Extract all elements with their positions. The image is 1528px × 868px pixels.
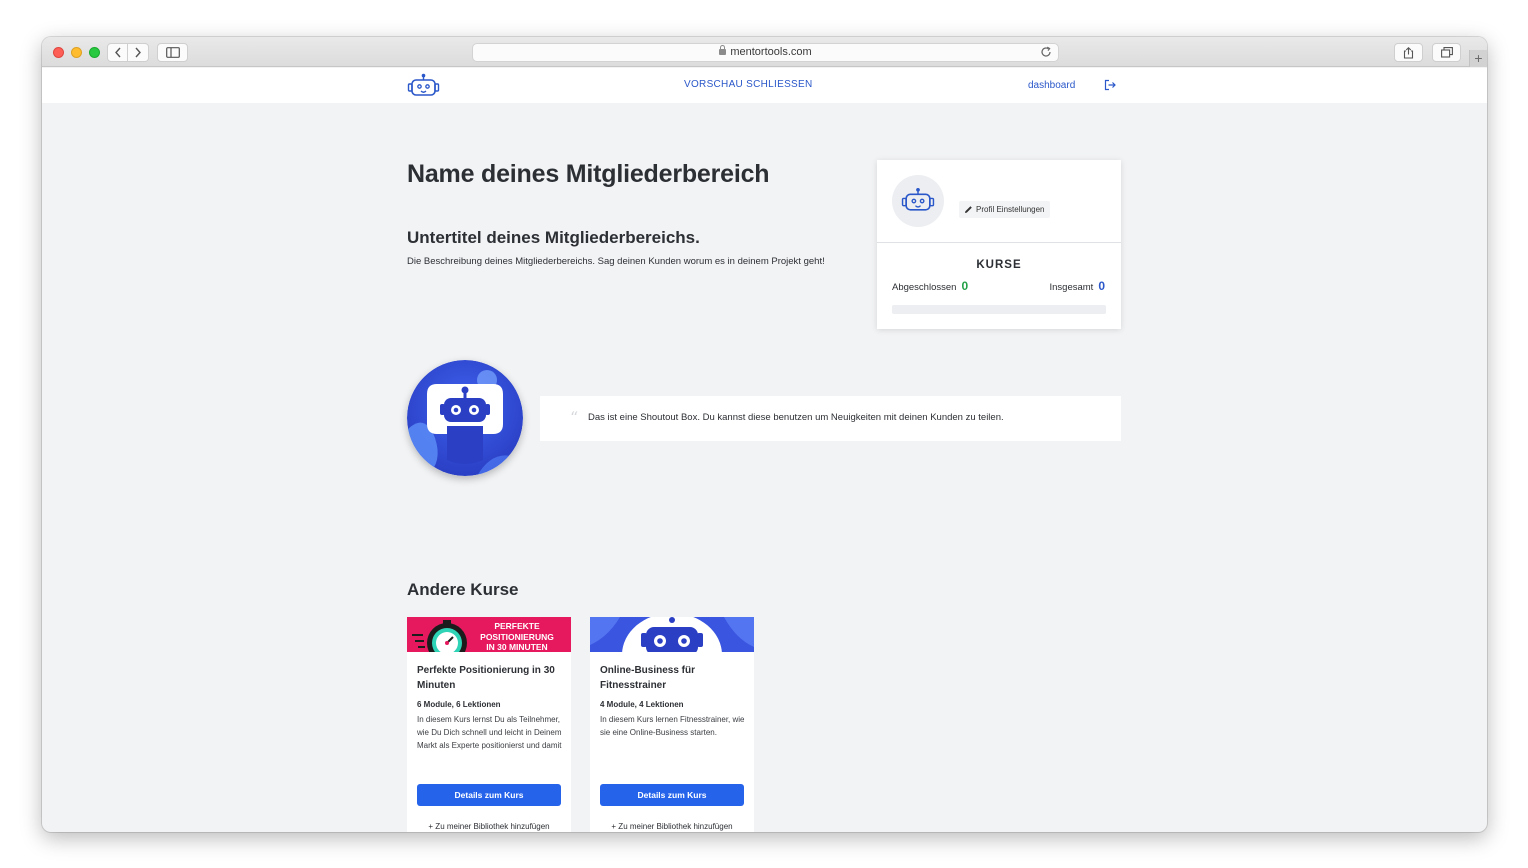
add-to-library-link[interactable]: + Zu meiner Bibliothek hinzufügen — [407, 822, 571, 831]
course-banner-text: PERFEKTE POSITIONIERUNG IN 30 MINUTEN — [480, 621, 554, 652]
share-icon — [1403, 47, 1414, 59]
dashboard-link[interactable]: dashboard — [1028, 80, 1075, 91]
site-header: VORSCHAU SCHLIESSEN dashboard — [42, 68, 1487, 103]
back-icon — [114, 47, 121, 58]
course-title[interactable]: Perfekte Positionierung in 30 Minuten — [417, 663, 562, 693]
card-divider — [877, 242, 1121, 243]
course-title[interactable]: Online-Business für Fitnesstrainer — [600, 663, 745, 693]
course-meta: 4 Module, 4 Lektionen — [600, 700, 684, 709]
quote-icon: “ — [570, 408, 579, 427]
robot-illustration-icon — [407, 360, 523, 476]
maximize-window-button[interactable] — [89, 47, 100, 58]
completed-label: Abgeschlossen — [892, 282, 957, 293]
share-button[interactable] — [1394, 43, 1423, 62]
robot-logo-icon[interactable] — [407, 73, 440, 98]
sidebar-toggle-button[interactable] — [157, 43, 188, 62]
browser-window: mentortools.com + VORSCHAU SCHLIESSEN da… — [42, 37, 1487, 832]
tabs-icon — [1440, 47, 1453, 58]
address-bar[interactable]: mentortools.com — [472, 43, 1059, 62]
shoutout-text: Das ist eine Shoutout Box. Du kannst die… — [588, 412, 1004, 423]
course-description: In diesem Kurs lernst Du als Teilnehmer,… — [417, 713, 562, 763]
completed-count: 0 — [961, 279, 969, 293]
total-stat: Insgesamt 0 — [1049, 279, 1105, 293]
robot-avatar-icon — [901, 187, 935, 211]
page-description: Die Beschreibung deines Mitgliederbereic… — [407, 256, 825, 267]
member-area-logo — [407, 360, 523, 476]
tabs-overview-button[interactable] — [1432, 43, 1461, 62]
back-button[interactable] — [107, 43, 128, 62]
pencil-icon — [965, 206, 972, 213]
avatar[interactable] — [892, 175, 944, 227]
course-card: Online-Business für Fitnesstrainer 4 Mod… — [590, 617, 754, 832]
add-to-library-link[interactable]: + Zu meiner Bibliothek hinzufügen — [590, 822, 754, 831]
course-meta: 6 Module, 6 Lektionen — [417, 700, 501, 709]
courses-heading: KURSE — [976, 259, 1022, 271]
course-thumbnail[interactable] — [590, 617, 754, 652]
course-details-button[interactable]: Details zum Kurs — [417, 784, 561, 806]
page-subtitle: Untertitel deines Mitgliederbereichs. — [407, 228, 700, 247]
page-title: Name deines Mitgliederbereich — [407, 160, 770, 188]
course-description: In diesem Kurs lernen Fitnesstrainer, wi… — [600, 715, 745, 737]
profile-settings-label: Profil Einstellungen — [976, 205, 1045, 214]
lock-icon — [719, 45, 727, 55]
url-text: mentortools.com — [730, 46, 812, 58]
shoutout-box: “ Das ist eine Shoutout Box. Du kannst d… — [540, 396, 1121, 441]
new-tab-button[interactable]: + — [1469, 50, 1487, 67]
course-thumbnail[interactable]: PERFEKTE POSITIONIERUNG IN 30 MINUTEN — [407, 617, 571, 652]
profile-card: Profil Einstellungen KURSE Abgeschlossen… — [877, 160, 1121, 329]
close-window-button[interactable] — [53, 47, 64, 58]
course-details-button[interactable]: Details zum Kurs — [600, 784, 744, 806]
profile-settings-button[interactable]: Profil Einstellungen — [959, 201, 1051, 218]
other-courses-heading: Andere Kurse — [407, 580, 519, 599]
minimize-window-button[interactable] — [71, 47, 82, 58]
logout-icon[interactable] — [1104, 79, 1116, 91]
total-count: 0 — [1098, 279, 1105, 293]
reload-icon[interactable] — [1040, 46, 1052, 58]
course-progress-bar — [892, 305, 1106, 314]
forward-icon — [135, 47, 141, 58]
completed-stat: Abgeschlossen 0 — [892, 279, 968, 293]
close-preview-link[interactable]: VORSCHAU SCHLIESSEN — [684, 79, 813, 90]
forward-button[interactable] — [128, 43, 149, 62]
course-card: PERFEKTE POSITIONIERUNG IN 30 MINUTEN Pe… — [407, 617, 571, 832]
browser-toolbar: mentortools.com + — [42, 37, 1487, 67]
total-label: Insgesamt — [1049, 282, 1094, 293]
sidebar-icon — [165, 47, 180, 58]
